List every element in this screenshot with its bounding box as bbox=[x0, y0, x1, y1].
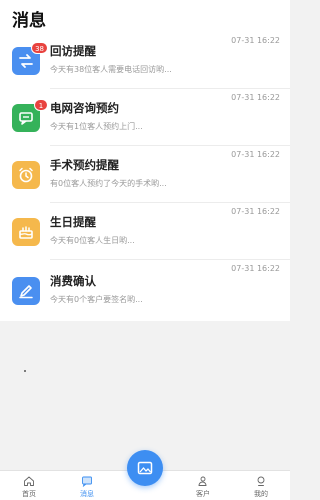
tab-customers[interactable]: 客户 bbox=[174, 471, 232, 500]
message-item-follow-up[interactable]: 38 回访提醒 今天有38位客人需要电话回访哟... 07-31 16:22 bbox=[0, 32, 290, 89]
message-time: 07-31 16:22 bbox=[231, 207, 280, 216]
message-time: 07-31 16:22 bbox=[231, 93, 280, 102]
message-title: 电网咨询预约 bbox=[50, 100, 119, 115]
message-title: 消费确认 bbox=[50, 273, 96, 288]
center-action-button[interactable] bbox=[127, 450, 163, 486]
tab-home-label: 首页 bbox=[22, 490, 36, 498]
page-title: 消息 bbox=[12, 11, 46, 31]
tab-mine-label: 我的 bbox=[254, 490, 268, 498]
swap-arrows-icon: 38 bbox=[12, 41, 48, 75]
image-icon bbox=[137, 461, 153, 475]
message-time: 07-31 16:22 bbox=[231, 150, 280, 159]
tab-messages-label: 消息 bbox=[80, 490, 94, 498]
message-icon bbox=[82, 476, 92, 487]
message-time: 07-31 16:22 bbox=[231, 36, 280, 45]
pen-icon bbox=[12, 276, 40, 305]
tab-customers-label: 客户 bbox=[196, 490, 210, 498]
message-item-consumption[interactable]: 消费确认 今天有0个客户要签名哟... 07-31 16:22 bbox=[0, 260, 290, 321]
message-subtitle: 今天有38位客人需要电话回访哟... bbox=[50, 64, 172, 74]
message-subtitle: 有0位客人预约了今天的手术哟... bbox=[50, 178, 167, 188]
header: 消息 bbox=[0, 0, 290, 32]
birthday-cake-icon bbox=[12, 217, 40, 246]
tab-messages[interactable]: 消息 bbox=[58, 471, 116, 500]
home-icon bbox=[24, 476, 34, 486]
message-item-consultation[interactable]: 1 电网咨询预约 今天有1位客人预约上门... 07-31 16:22 bbox=[0, 89, 290, 146]
message-subtitle: 今天有1位客人预约上门... bbox=[50, 121, 143, 131]
message-item-birthday[interactable]: 生日提醒 今天有0位客人生日哟... 07-31 16:22 bbox=[0, 203, 290, 260]
alarm-clock-icon bbox=[12, 160, 40, 189]
stray-dot bbox=[24, 370, 26, 372]
message-title: 生日提醒 bbox=[50, 214, 96, 229]
message-subtitle: 今天有0位客人生日哟... bbox=[50, 235, 135, 245]
tab-mine[interactable]: 我的 bbox=[232, 471, 290, 500]
message-item-surgery[interactable]: 手术预约提醒 有0位客人预约了今天的手术哟... 07-31 16:22 bbox=[0, 146, 290, 203]
message-subtitle: 今天有0个客户要签名哟... bbox=[50, 294, 143, 304]
tab-home[interactable]: 首页 bbox=[0, 471, 58, 500]
message-title: 回访提醒 bbox=[50, 43, 96, 58]
customers-icon bbox=[198, 476, 207, 486]
unread-badge: 38 bbox=[31, 41, 48, 54]
unread-badge: 1 bbox=[34, 98, 48, 111]
message-title: 手术预约提醒 bbox=[50, 157, 119, 172]
profile-icon bbox=[257, 476, 265, 486]
message-time: 07-31 16:22 bbox=[231, 264, 280, 273]
message-list: 38 回访提醒 今天有38位客人需要电话回访哟... 07-31 16:22 1… bbox=[0, 32, 290, 321]
chat-bubble-icon: 1 bbox=[12, 98, 48, 132]
